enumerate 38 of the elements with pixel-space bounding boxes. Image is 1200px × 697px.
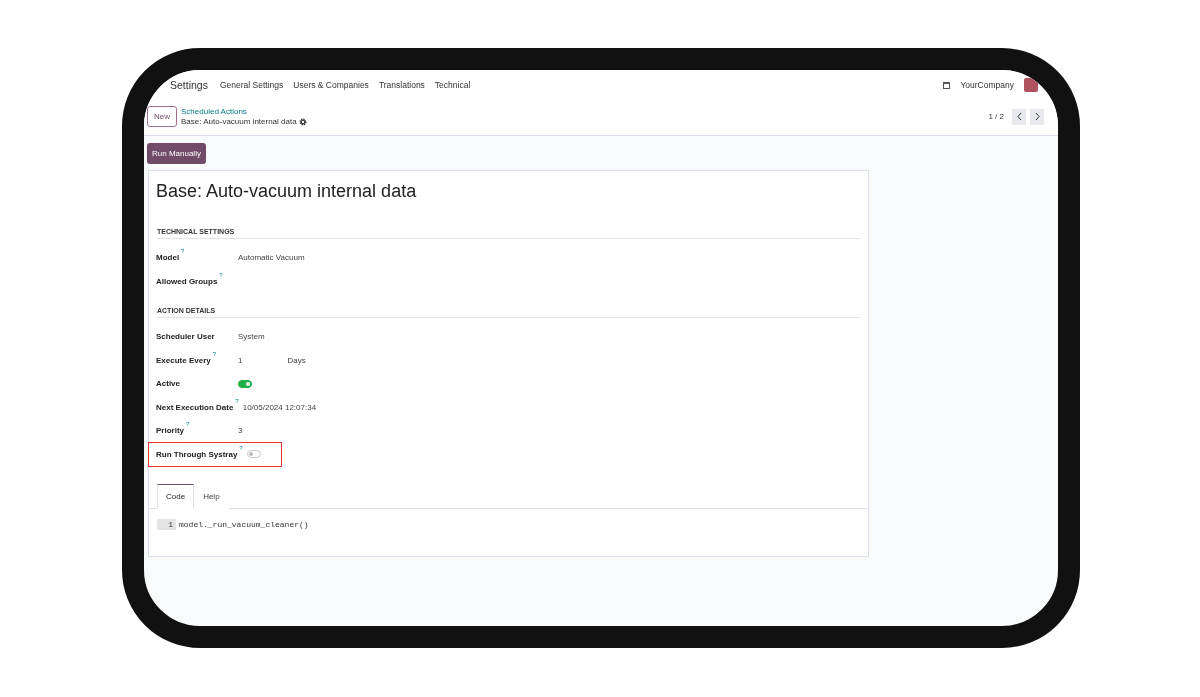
record-title[interactable]: Base: Auto-vacuum internal data bbox=[156, 181, 868, 202]
chevron-right-icon bbox=[1033, 112, 1041, 121]
menu-item[interactable]: Technical bbox=[434, 80, 471, 90]
field-label: Allowed Groups bbox=[156, 276, 218, 286]
calendar-icon bbox=[943, 81, 951, 89]
field-value[interactable]: System bbox=[238, 332, 265, 342]
pager-value[interactable]: 1 / 2 bbox=[988, 112, 1004, 121]
field-value[interactable]: Automatic Vacuum bbox=[238, 253, 305, 263]
menu-item[interactable]: General Settings bbox=[219, 80, 284, 90]
avatar[interactable] bbox=[1024, 78, 1038, 92]
field-label: Execute Every bbox=[156, 355, 211, 365]
field-value[interactable]: 1 bbox=[238, 355, 243, 365]
toggle-switch[interactable] bbox=[238, 379, 252, 388]
field-value[interactable]: 3 bbox=[238, 426, 243, 436]
field-label: Model bbox=[156, 253, 180, 263]
tab[interactable]: Code bbox=[157, 484, 195, 509]
new-button[interactable]: New bbox=[147, 106, 177, 127]
app-name[interactable]: Settings bbox=[170, 79, 208, 91]
record-name: Base: Auto-vacuum internal data bbox=[181, 117, 297, 126]
field-label: Scheduler User bbox=[156, 332, 215, 342]
run-manually-button[interactable]: Run Manually bbox=[147, 143, 206, 164]
code-line[interactable]: model._run_vacuum_cleaner() bbox=[179, 520, 309, 529]
field-value[interactable]: 10/05/2024 12:07:34 bbox=[242, 402, 317, 412]
chevron-left-icon bbox=[1015, 112, 1023, 121]
field-label: Next Execution Date bbox=[156, 402, 234, 412]
menu-item[interactable]: Users & Companies bbox=[293, 80, 369, 90]
field-label: Priority bbox=[156, 426, 184, 436]
field-label: Run Through Systray bbox=[156, 449, 238, 459]
breadcrumb-link[interactable]: Scheduled Actions bbox=[181, 107, 307, 116]
unit-value[interactable]: Days bbox=[287, 355, 306, 365]
previous-button[interactable] bbox=[1012, 108, 1026, 125]
gear-icon[interactable] bbox=[298, 117, 307, 126]
company-switcher[interactable]: YourCompany bbox=[960, 80, 1014, 90]
line-number: 1 bbox=[157, 519, 176, 530]
toggle-switch[interactable] bbox=[246, 450, 261, 459]
field-label: Active bbox=[156, 379, 180, 389]
next-button[interactable] bbox=[1030, 108, 1044, 125]
menu-item[interactable]: Translations bbox=[378, 80, 425, 90]
